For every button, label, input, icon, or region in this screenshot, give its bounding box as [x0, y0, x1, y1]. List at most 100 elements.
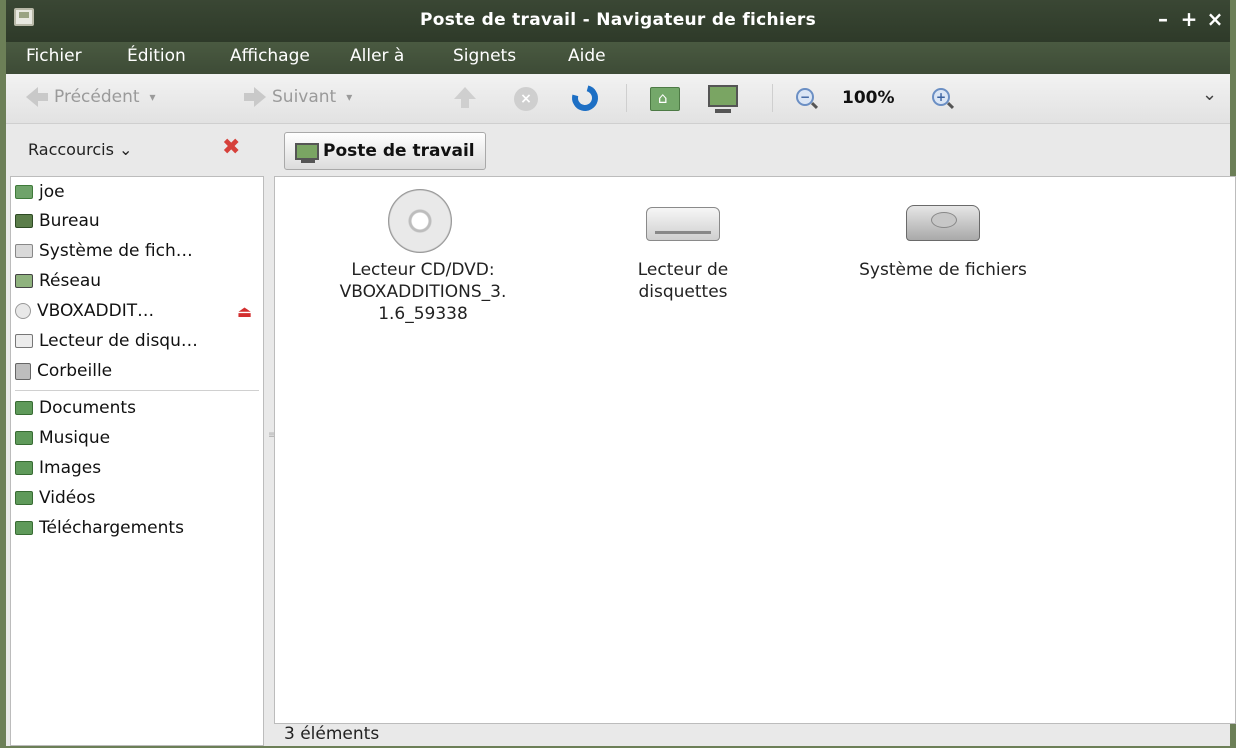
- computer-button[interactable]: [708, 85, 738, 113]
- file-item-floppy[interactable]: Lecteur de disquettes: [593, 185, 773, 302]
- window-title: Poste de travail - Navigateur de fichier…: [419, 10, 817, 30]
- floppy-drive-icon: [646, 207, 720, 241]
- back-button[interactable]: Précédent ▾: [26, 87, 156, 107]
- pictures-folder-icon: [15, 461, 33, 475]
- sidebar-divider: [15, 390, 259, 391]
- toolbar-separator: [626, 84, 627, 112]
- forward-arrow-icon: [244, 87, 266, 107]
- sidebar-item-corbeille[interactable]: Corbeille: [15, 358, 112, 384]
- reload-icon: [567, 80, 603, 116]
- sidebar-item-label: Lecteur de disqu…: [39, 331, 198, 351]
- zoom-value: 100%: [842, 88, 895, 108]
- sidebar-item-label: Musique: [39, 428, 111, 448]
- menu-aide[interactable]: Aide: [568, 46, 606, 66]
- sidebar-item-label: Images: [39, 458, 102, 478]
- parent-folder-button[interactable]: [454, 87, 476, 108]
- back-history-chevron-icon[interactable]: ▾: [150, 90, 156, 104]
- file-item-label: Lecteur de: [637, 260, 729, 280]
- file-item-filesystem[interactable]: Système de fichiers: [823, 185, 1063, 285]
- shortcuts-label: Raccourcis: [28, 140, 114, 159]
- path-button-poste-de-travail[interactable]: Poste de travail: [284, 132, 486, 170]
- trash-icon: [15, 362, 31, 380]
- sidebar-item-videos[interactable]: Vidéos: [15, 485, 96, 511]
- stop-icon: ×: [514, 87, 538, 111]
- menu-edition[interactable]: Édition: [127, 46, 186, 66]
- file-item-cdrom[interactable]: Lecteur CD/DVD: VBOXADDITIONS_3. 1.6_593…: [303, 185, 543, 324]
- chevron-down-icon: ⌄: [119, 140, 133, 159]
- sidebar-item-reseau[interactable]: Réseau: [15, 268, 101, 294]
- path-button-label: Poste de travail: [323, 141, 475, 161]
- sidebar-item-label: VBOXADDIT…: [37, 301, 155, 321]
- floppy-icon: [15, 334, 33, 348]
- videos-folder-icon: [15, 491, 33, 505]
- file-item-label: Système de fichiers: [859, 260, 1027, 280]
- sidebar-item-label: Corbeille: [37, 361, 113, 381]
- sidebar-item-floppy[interactable]: Lecteur de disqu…: [15, 328, 198, 354]
- file-view: Lecteur CD/DVD: VBOXADDITIONS_3. 1.6_593…: [274, 176, 1236, 724]
- desktop-icon: [15, 214, 33, 228]
- cdrom-icon: [15, 303, 31, 319]
- minimize-button[interactable]: –: [1152, 8, 1174, 30]
- home-folder-icon: [15, 185, 33, 199]
- filesystem-icon: [15, 244, 33, 258]
- sidebar-item-telechargements[interactable]: Téléchargements: [15, 515, 184, 541]
- sidebar-item-filesystem[interactable]: Système de fich…: [15, 238, 193, 264]
- menu-fichier[interactable]: Fichier: [26, 46, 82, 66]
- eject-icon[interactable]: ⏏: [237, 302, 252, 321]
- zoom-out-button[interactable]: −: [796, 88, 814, 106]
- downloads-folder-icon: [15, 521, 33, 535]
- sidebar-item-label: Vidéos: [39, 488, 96, 508]
- title-bar[interactable]: Poste de travail - Navigateur de fichier…: [6, 0, 1230, 42]
- forward-button[interactable]: Suivant ▾: [244, 87, 352, 107]
- sidebar-item-label: Documents: [39, 398, 136, 418]
- zoom-in-button[interactable]: +: [932, 88, 950, 106]
- network-icon: [15, 274, 33, 288]
- location-bar: Raccourcis ⌄ ✖ Poste de travail: [6, 124, 1230, 176]
- sidebar-item-bureau[interactable]: Bureau: [15, 208, 100, 234]
- cdrom-drive-icon: [388, 189, 452, 253]
- menu-aller-a[interactable]: Aller à: [350, 46, 404, 66]
- close-button[interactable]: ×: [1204, 8, 1226, 30]
- sidebar-item-documents[interactable]: Documents: [15, 395, 136, 421]
- computer-icon: [708, 85, 738, 113]
- sidebar-item-label: Système de fich…: [39, 241, 193, 261]
- music-folder-icon: [15, 431, 33, 445]
- menu-affichage[interactable]: Affichage: [230, 46, 310, 66]
- file-item-label: VBOXADDITIONS_3.: [339, 282, 507, 302]
- shortcuts-dropdown[interactable]: Raccourcis ⌄: [28, 140, 132, 159]
- computer-icon: [295, 142, 319, 163]
- toolbar-overflow-chevron-icon[interactable]: ⌄: [1202, 84, 1217, 105]
- maximize-button[interactable]: +: [1178, 8, 1200, 30]
- toolbar: Précédent ▾ Suivant ▾ × − 100%: [6, 74, 1230, 124]
- sidebar-item-musique[interactable]: Musique: [15, 425, 110, 451]
- sidebar-item-images[interactable]: Images: [15, 455, 101, 481]
- file-item-label: disquettes: [638, 282, 728, 302]
- status-bar: 3 éléments: [284, 724, 380, 744]
- menu-signets[interactable]: Signets: [453, 46, 516, 66]
- close-sidebar-icon[interactable]: ✖: [222, 135, 240, 160]
- stop-button[interactable]: ×: [514, 87, 538, 111]
- forward-history-chevron-icon[interactable]: ▾: [346, 90, 352, 104]
- zoom-in-icon: +: [932, 88, 950, 106]
- sidebar-item-label: Téléchargements: [39, 518, 184, 538]
- back-arrow-icon: [26, 87, 48, 107]
- reload-button[interactable]: [567, 80, 603, 116]
- sidebar-item-label: Bureau: [39, 211, 100, 231]
- harddisk-icon: [906, 205, 980, 241]
- forward-label: Suivant: [272, 87, 337, 107]
- file-manager-window: Poste de travail - Navigateur de fichier…: [0, 0, 1236, 748]
- sidebar: joe Bureau Système de fich… Réseau VBOXA…: [10, 176, 264, 746]
- toolbar-separator: [772, 84, 773, 112]
- back-label: Précédent: [54, 87, 140, 107]
- sidebar-item-joe[interactable]: joe: [15, 179, 65, 205]
- zoom-level: 100%: [842, 88, 895, 108]
- documents-folder-icon: [15, 401, 33, 415]
- file-item-label: Lecteur CD/DVD:: [351, 260, 495, 280]
- zoom-out-icon: −: [796, 88, 814, 106]
- menu-bar: Fichier Édition Affichage Aller à Signet…: [6, 42, 1230, 74]
- sidebar-item-vboxadditions[interactable]: VBOXADDIT… ⏏: [15, 298, 260, 324]
- home-button[interactable]: [650, 87, 680, 111]
- sidebar-item-label: Réseau: [39, 271, 102, 291]
- file-item-label: 1.6_59338: [378, 304, 468, 324]
- up-arrow-icon: [454, 87, 476, 108]
